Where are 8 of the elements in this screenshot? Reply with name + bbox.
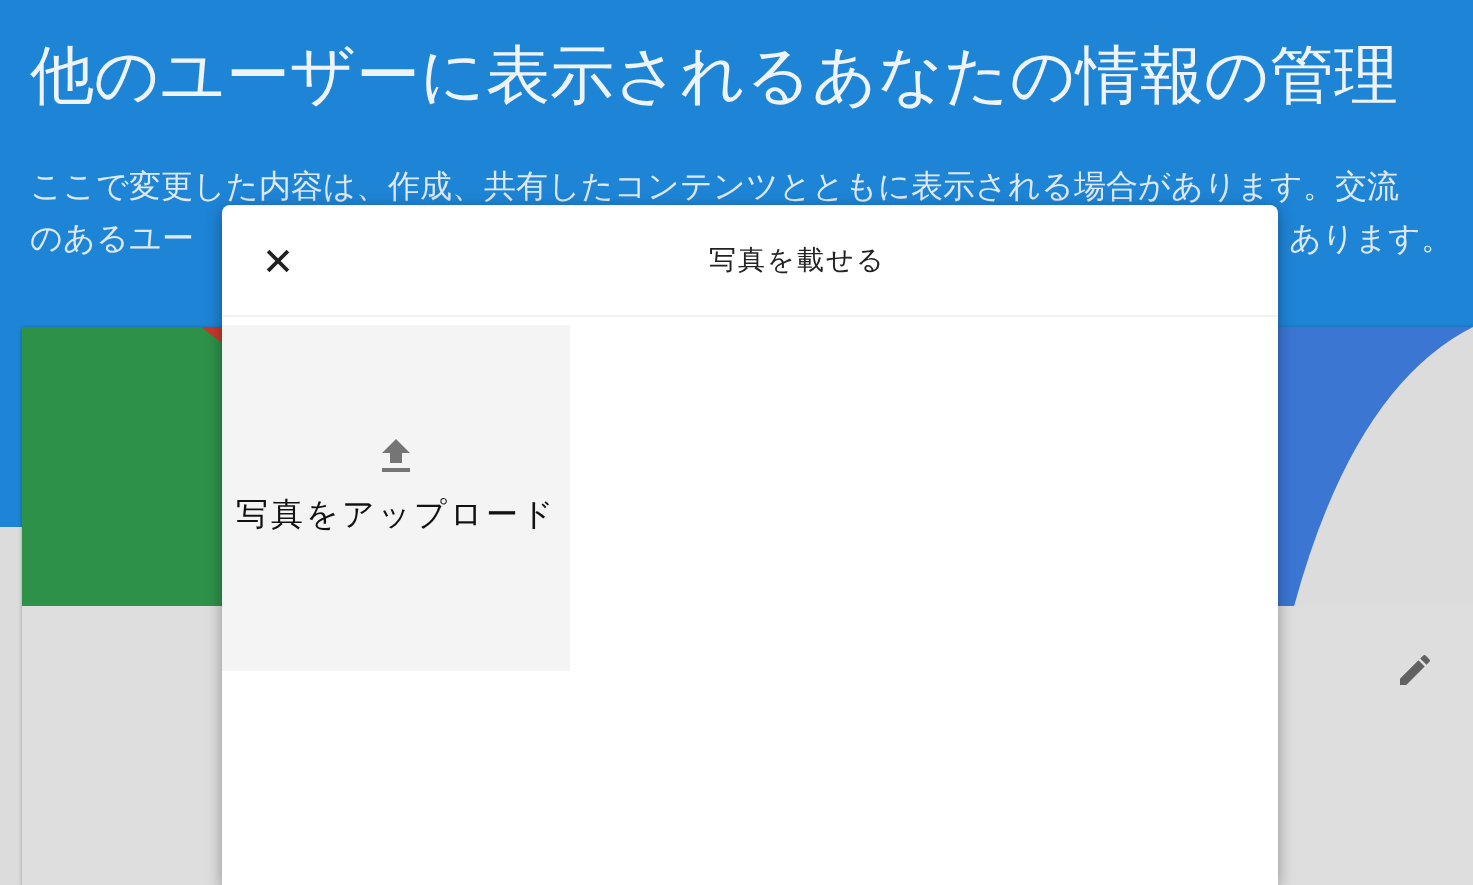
description-text: あります。 xyxy=(1289,218,1453,259)
description-text: のあるユー xyxy=(30,218,194,259)
upload-label: 写真をアップロード xyxy=(235,494,557,535)
description-text: ここで変更した内容は、作成、共有したコンテンツとともに表示される場合があります。交流 xyxy=(30,166,1400,207)
dialog-title: 写真を載せる xyxy=(707,243,886,277)
page-title: 他のユーザーに表示されるあなたの情報の管理 xyxy=(30,37,1399,114)
upload-icon xyxy=(381,439,411,473)
upload-tile[interactable]: 写真をアップロード xyxy=(222,325,570,671)
